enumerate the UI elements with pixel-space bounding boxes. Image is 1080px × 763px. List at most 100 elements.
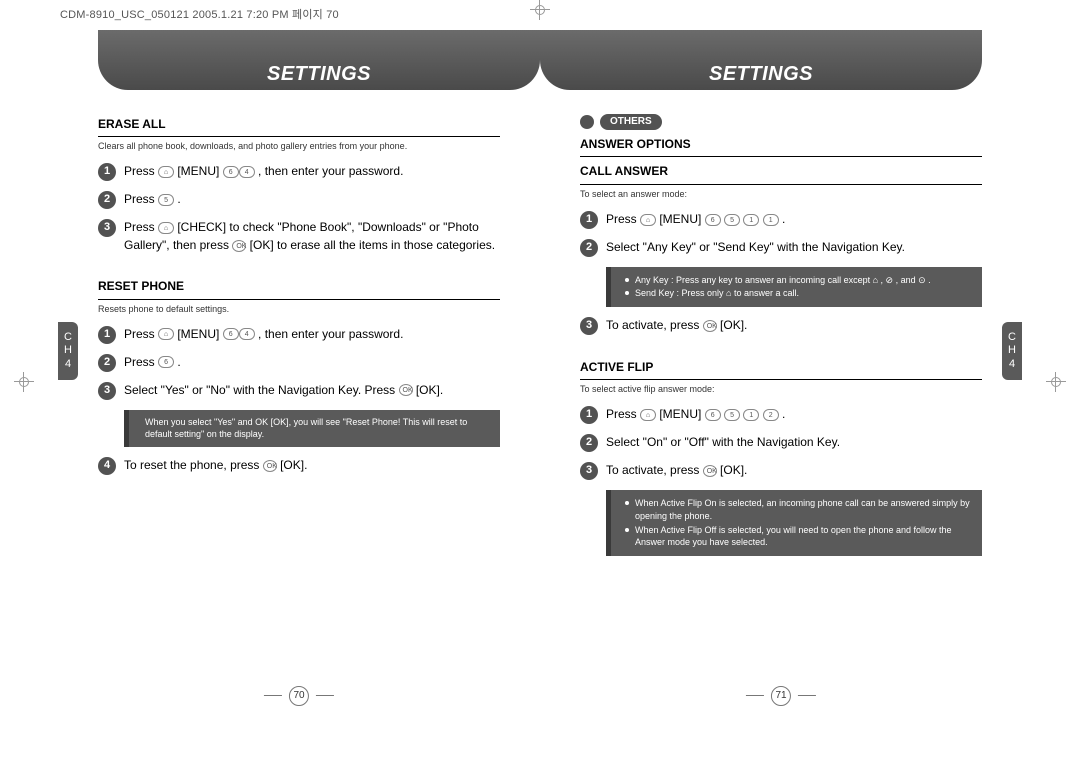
note-line: When Active Flip On is selected, an inco… <box>627 497 974 522</box>
step-item: 3 Select "Yes" or "No" with the Navigati… <box>98 382 500 400</box>
step-text: Press 6 . <box>124 354 500 372</box>
pill-dot-icon <box>580 115 594 129</box>
key-icon: 6 <box>223 166 239 178</box>
step-text: Select "On" or "Off" with the Navigation… <box>606 434 982 452</box>
step-item: 1 Press ⌂ [MENU] 64 , then enter your pa… <box>98 163 500 181</box>
step-item: 2 Press 6 . <box>98 354 500 372</box>
section-title-answer-options: ANSWER OPTIONS <box>580 136 982 153</box>
page-content: OTHERS ANSWER OPTIONS CALL ANSWER To sel… <box>580 112 982 562</box>
note-line: When Active Flip Off is selected, you wi… <box>627 524 974 549</box>
soft-key-icon: ⌂ <box>640 214 656 226</box>
ok-key-icon: OK <box>263 460 277 472</box>
page-number: 71 <box>742 686 820 706</box>
chapter-tab: C H 4 <box>58 322 78 380</box>
step-item: 1 Press ⌂ [MENU] 6 5 1 1 . <box>580 211 982 229</box>
step-item: 2 Select "Any Key" or "Send Key" with th… <box>580 239 982 257</box>
page-number-value: 70 <box>289 686 309 706</box>
step-text: Press ⌂ [MENU] 6 5 1 1 . <box>606 211 982 229</box>
step-number: 3 <box>580 462 598 480</box>
divider <box>580 379 982 380</box>
doc-header: CDM-8910_USC_050121 2005.1.21 7:20 PM 페이… <box>60 6 339 22</box>
note-line: Any Key : Press any key to answer an inc… <box>627 274 974 287</box>
key-icon: 6 <box>705 409 721 421</box>
page-left: C H 4 SETTINGS ERASE ALL Clears all phon… <box>58 30 540 710</box>
step-item: 4 To reset the phone, press OK [OK]. <box>98 457 500 475</box>
key-icon: 6 <box>705 214 721 226</box>
soft-key-icon: ⌂ <box>158 222 174 234</box>
step-number: 1 <box>98 326 116 344</box>
step-item: 2 Press 5 . <box>98 191 500 209</box>
step-text: Press ⌂ [MENU] 64 , then enter your pass… <box>124 326 500 344</box>
divider <box>580 156 982 157</box>
step-text: Select "Yes" or "No" with the Navigation… <box>124 382 500 400</box>
step-text: To reset the phone, press OK [OK]. <box>124 457 500 475</box>
tab-letter: H <box>64 344 72 357</box>
step-number: 3 <box>98 219 116 237</box>
step-text: To activate, press OK [OK]. <box>606 462 982 480</box>
section-title-call-answer: CALL ANSWER <box>580 163 982 180</box>
step-number: 1 <box>580 406 598 424</box>
step-number: 2 <box>98 354 116 372</box>
note-box: When you select "Yes" and OK [OK], you w… <box>124 410 500 447</box>
tab-number: 4 <box>65 358 71 371</box>
key-icon: 5 <box>158 194 174 206</box>
banner-title: SETTINGS <box>267 63 371 86</box>
section-title-erase-all: ERASE ALL <box>98 116 500 133</box>
section-title-active-flip: ACTIVE FLIP <box>580 359 982 376</box>
page-banner: SETTINGS <box>98 30 540 90</box>
divider <box>98 299 500 300</box>
crop-mark <box>14 372 34 392</box>
step-item: 1 Press ⌂ [MENU] 6 5 1 2 . <box>580 406 982 424</box>
key-icon: 6 <box>223 328 239 340</box>
step-number: 1 <box>98 163 116 181</box>
step-number: 1 <box>580 211 598 229</box>
step-number: 2 <box>580 434 598 452</box>
step-item: 3 To activate, press OK [OK]. <box>580 462 982 480</box>
page-number-value: 71 <box>771 686 791 706</box>
page-number: 70 <box>260 686 338 706</box>
step-text: Press ⌂ [CHECK] to check "Phone Book", "… <box>124 219 500 254</box>
key-icon: 1 <box>743 214 759 226</box>
page-content: ERASE ALL Clears all phone book, downloa… <box>98 112 500 485</box>
chapter-tab: C H 4 <box>1002 322 1022 380</box>
crop-mark <box>530 0 550 20</box>
soft-key-icon: ⌂ <box>158 328 174 340</box>
key-icon: 1 <box>743 409 759 421</box>
ok-key-icon: OK <box>232 240 246 252</box>
note-line: Send Key : Press only ⌂ to answer a call… <box>627 287 974 300</box>
step-number: 2 <box>580 239 598 257</box>
key-icon: 6 <box>158 356 174 368</box>
section-subtitle: To select an answer mode: <box>580 188 982 201</box>
crop-mark <box>1046 372 1066 392</box>
note-text: When you select "Yes" and OK [OK], you w… <box>145 417 467 440</box>
step-item: 3 Press ⌂ [CHECK] to check "Phone Book",… <box>98 219 500 254</box>
section-subtitle: To select active flip answer mode: <box>580 383 982 396</box>
step-text: Press 5 . <box>124 191 500 209</box>
page-spread: C H 4 SETTINGS ERASE ALL Clears all phon… <box>58 30 1022 710</box>
step-item: 3 To activate, press OK [OK]. <box>580 317 982 335</box>
step-text: Press ⌂ [MENU] 6 5 1 2 . <box>606 406 982 424</box>
step-number: 4 <box>98 457 116 475</box>
step-item: 1 Press ⌂ [MENU] 64 , then enter your pa… <box>98 326 500 344</box>
tab-letter: C <box>1008 331 1016 344</box>
key-icon: 2 <box>763 409 779 421</box>
soft-key-icon: ⌂ <box>158 166 174 178</box>
step-number: 3 <box>580 317 598 335</box>
note-box: Any Key : Press any key to answer an inc… <box>606 267 982 307</box>
section-subtitle: Resets phone to default settings. <box>98 303 500 316</box>
ok-key-icon: OK <box>703 465 717 477</box>
tab-letter: H <box>1008 344 1016 357</box>
category-pill-row: OTHERS <box>580 114 982 130</box>
step-text: Press ⌂ [MENU] 64 , then enter your pass… <box>124 163 500 181</box>
step-item: 2 Select "On" or "Off" with the Navigati… <box>580 434 982 452</box>
note-box: When Active Flip On is selected, an inco… <box>606 490 982 555</box>
divider <box>580 184 982 185</box>
page-banner: SETTINGS <box>540 30 982 90</box>
ok-key-icon: OK <box>399 384 413 396</box>
ok-key-icon: OK <box>703 320 717 332</box>
page-right: C H 4 SETTINGS OTHERS ANSWER OPTIONS CAL… <box>540 30 1022 710</box>
key-icon: 1 <box>763 214 779 226</box>
key-icon: 4 <box>239 166 255 178</box>
key-icon: 4 <box>239 328 255 340</box>
step-number: 3 <box>98 382 116 400</box>
